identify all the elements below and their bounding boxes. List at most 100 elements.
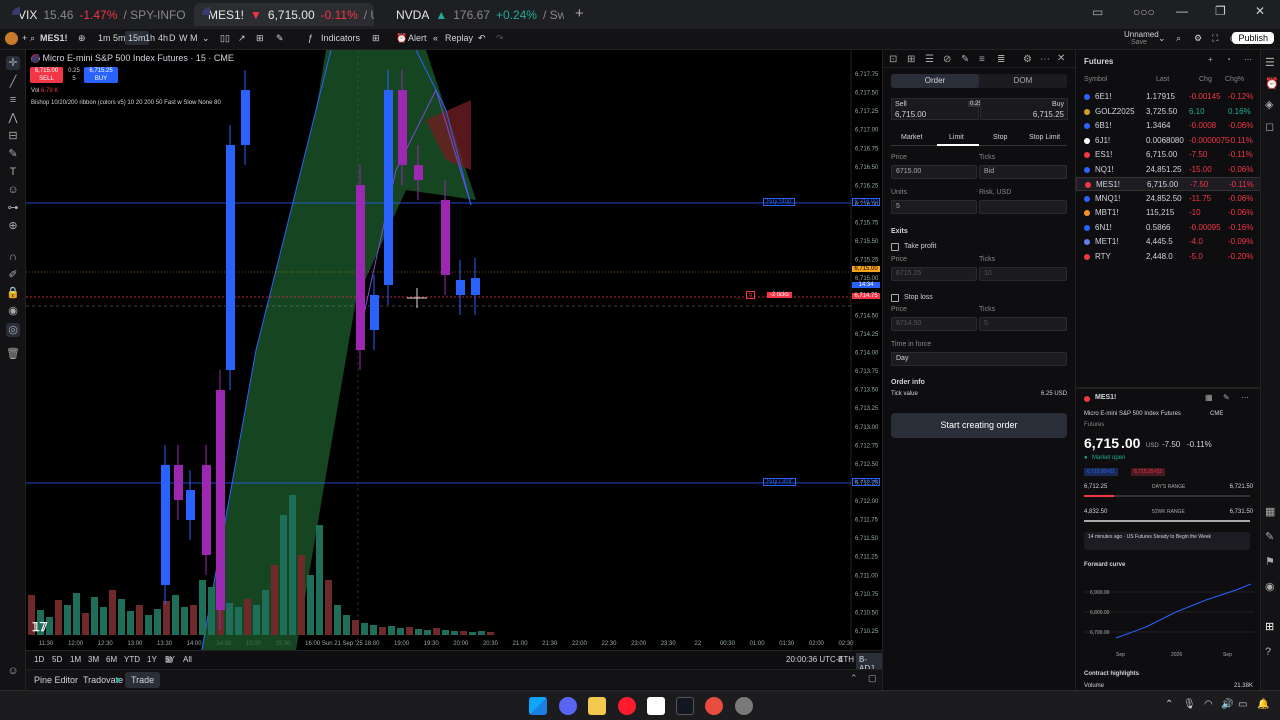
edit-icon[interactable]: ✎ (1223, 393, 1230, 402)
buy-button[interactable]: Buy 6,715.25 (980, 98, 1068, 120)
chart-pane[interactable]: 6,717.75 6,717.50 6,717.25 6,717.00 6,716.75… (26, 50, 882, 650)
chart-type-icon[interactable]: ⊞ (256, 33, 264, 44)
tp-price-input[interactable]: 6715.25 (891, 267, 977, 281)
watchlist-row[interactable]: 6E1! 1.17915 -0.00145 -0.12% (1076, 90, 1261, 104)
trendline-icon[interactable]: ╱ (6, 75, 20, 89)
interval-w[interactable]: W (179, 33, 188, 43)
minimize-icon[interactable]: — (1176, 4, 1188, 18)
advanced-view-icon[interactable]: ◔ (1226, 55, 1231, 64)
price-input[interactable]: 6715.00 (891, 165, 977, 179)
battery-icon[interactable]: ▭ (1238, 699, 1247, 710)
units-input[interactable]: 5 (891, 200, 977, 214)
avatar[interactable] (5, 32, 18, 45)
tradingview-app-icon[interactable] (676, 697, 694, 715)
file-explorer-icon[interactable] (588, 697, 606, 715)
col-chg-pct[interactable]: Chg% (1225, 76, 1244, 83)
tray-chevron-icon[interactable]: ⌃ (1165, 699, 1173, 710)
stay-drawing-icon[interactable]: ✐ (6, 268, 20, 282)
object-tree-icon[interactable]: ◎ (6, 323, 20, 337)
magnet-icon[interactable]: ∩ (6, 250, 20, 264)
more-icon[interactable]: ⋯ (1040, 54, 1050, 65)
tab-stop[interactable]: Stop (993, 134, 1007, 141)
close-window-icon[interactable]: ✕ (1255, 4, 1265, 18)
interval-d[interactable]: D (169, 33, 176, 43)
lock-icon[interactable]: 🔒 (6, 286, 20, 300)
text-icon[interactable]: T (6, 165, 20, 179)
equal-icon[interactable]: ≣ (997, 54, 1005, 65)
layout-icon[interactable]: ▭ (1092, 5, 1103, 19)
watchlist-row[interactable]: NQ1! 24,851.25 -15.00 -0.06% (1076, 163, 1261, 177)
buy-limit-order-label[interactable]: Buy Limit (763, 478, 796, 486)
chevron-down-icon[interactable]: ⌄ (1158, 33, 1166, 44)
buy-stop-order-label[interactable]: Buy Stop (763, 198, 796, 206)
more-icon[interactable]: ⋯ (1241, 393, 1249, 402)
settings-icon[interactable]: ⚙ (1023, 54, 1032, 65)
microphone-icon[interactable]: 🎙 (1183, 699, 1196, 710)
browser-tab-vix[interactable]: VIX 15.46 -1.47% / SPY-INFO (4, 3, 190, 26)
sell-button[interactable]: Sell 6,715.00 (891, 98, 979, 120)
risk-input[interactable] (979, 200, 1067, 214)
list-icon[interactable]: ☰ (925, 54, 934, 65)
tab-pine-editor[interactable]: Pine Editor (34, 675, 78, 685)
watchlist-row[interactable]: 6N1! 0.5866 -0.00095 -0.16% (1076, 221, 1261, 235)
watchlist-row[interactable]: MBT1! 115,215 -10 -0.06% (1076, 206, 1261, 220)
maximize-panel-icon[interactable]: ▢ (868, 673, 877, 684)
notion-icon[interactable] (647, 697, 665, 715)
trash-icon[interactable]: 🗑 (6, 347, 20, 361)
tif-select[interactable]: Day (891, 352, 1067, 366)
tab-stop-limit[interactable]: Stop Limit (1029, 134, 1060, 141)
wifi-icon[interactable]: ◠ (1204, 699, 1213, 710)
bracket-icon[interactable]: ⊡ (889, 54, 897, 65)
add-symbol-icon[interactable]: + (1208, 55, 1213, 64)
ideas-icon[interactable]: ⚑ (1265, 555, 1275, 568)
projection-icon[interactable]: ⊟ (6, 129, 20, 143)
take-profit-checkbox[interactable] (891, 243, 899, 251)
tab-trade[interactable]: Trade (125, 672, 161, 688)
plus-icon[interactable]: + (22, 33, 27, 43)
watchlist-title[interactable]: Futures (1084, 57, 1113, 66)
ticks-select[interactable]: Bid (979, 165, 1067, 179)
streams-icon[interactable]: ◉ (1265, 580, 1275, 593)
indicators-button[interactable]: Indicators (321, 33, 360, 43)
start-creating-order-button[interactable]: Start creating order (891, 413, 1067, 438)
tab-limit[interactable]: Limit (949, 134, 964, 141)
trading-panel-icon[interactable]: ⊞ (1265, 620, 1274, 633)
interval-1m[interactable]: 1m (98, 33, 111, 43)
help-icon[interactable]: ? (1265, 646, 1271, 658)
price-chart[interactable]: 6,717.75 6,717.50 6,717.25 6,717.00 6,716.75… (26, 50, 882, 650)
col-last[interactable]: Last (1156, 76, 1169, 83)
range-button[interactable]: 1Y (147, 655, 157, 664)
bar-style-icon[interactable]: ▯▯ (220, 33, 230, 44)
news-item[interactable]: 14 minutes ago · US Futures Steady to Be… (1084, 532, 1250, 550)
search-icon[interactable]: ⌕ (1176, 33, 1181, 44)
more-icon[interactable]: ○○○ (1133, 5, 1155, 19)
publish-button[interactable]: Publish (1232, 32, 1274, 44)
watchlist-row[interactable]: GOLZ2025 3,725.50 6.10 0.16% (1076, 105, 1261, 119)
browser-tab-mes[interactable]: MES1! ▼ 6,715.00 -0.11% / U ✕ (194, 3, 374, 26)
watchlist-row[interactable]: MET1! 4,445.5 -4.0 -0.09% (1076, 235, 1261, 249)
interval-1h[interactable]: 1h (145, 33, 155, 43)
sl-ticks-input[interactable]: 5 (979, 317, 1067, 331)
tab-order[interactable]: Order (891, 74, 979, 88)
undo-icon[interactable]: ↶ (478, 33, 486, 44)
range-button[interactable]: 5D (52, 655, 62, 664)
range-button[interactable]: 1M (70, 655, 81, 664)
sell-quick-button[interactable]: 6,715.00 SELL (30, 67, 63, 83)
chevron-up-icon[interactable]: ⌃ (850, 673, 858, 684)
alert-button[interactable]: Alert (408, 33, 427, 43)
position-line-label[interactable]: 5 -2 ticks (746, 291, 793, 299)
browser-tab-nvda[interactable]: NVDA ▲ 176.67 +0.24% / Sw ✕ (382, 3, 564, 26)
more-icon[interactable]: ⋯ (1244, 55, 1252, 64)
settings-icon[interactable]: ⚙ (1194, 33, 1202, 44)
watchlist-row[interactable]: MES1! 6,715.00 -7.50 -0.11% (1076, 177, 1261, 191)
interval-5m[interactable]: 5m (113, 33, 126, 43)
layout-name[interactable]: Unnamed (1124, 30, 1159, 39)
details-symbol[interactable]: MES1! (1095, 394, 1116, 401)
chevron-down-icon[interactable]: ⌄ (202, 33, 210, 44)
compare-icon[interactable]: ⊕ (78, 33, 86, 44)
layout-save-label[interactable]: Save (1131, 39, 1147, 46)
sl-price-input[interactable]: 6714.50 (891, 317, 977, 331)
favorites-icon[interactable]: ☺ (6, 664, 20, 678)
dom-icon[interactable]: ⊞ (907, 54, 915, 65)
discord-icon[interactable] (559, 697, 577, 715)
